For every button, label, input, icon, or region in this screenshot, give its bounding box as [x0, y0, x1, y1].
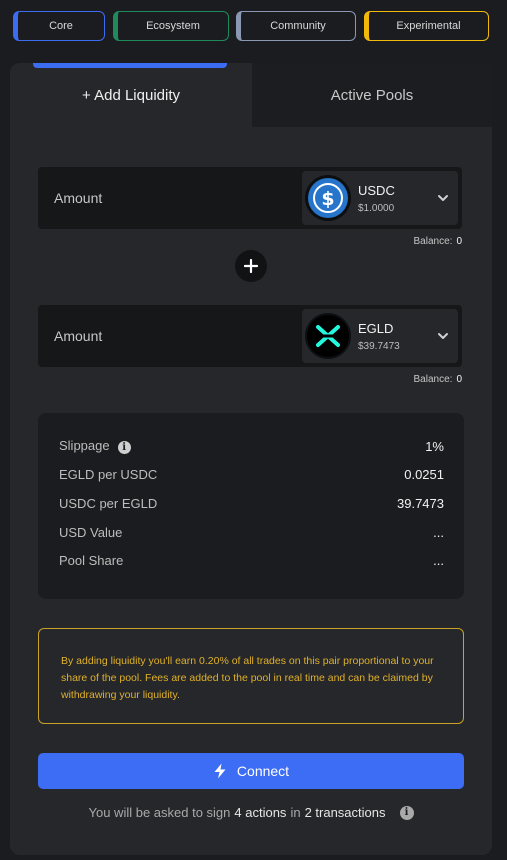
lightning-icon — [214, 763, 226, 779]
info-icon[interactable]: i — [117, 441, 131, 454]
connect-button[interactable]: Connect — [38, 753, 464, 789]
note-actions: 4 actions — [234, 805, 287, 820]
pool-share-label: Pool Share — [59, 552, 124, 568]
usdc-balance: Balance: 0 — [414, 236, 462, 247]
usdc-per-egld-row: USDC per EGLD 39.7473 — [59, 493, 444, 513]
chevron-down-icon — [438, 195, 448, 201]
usdc-per-egld-label: USDC per EGLD — [59, 495, 158, 511]
usdc-balance-label: Balance: — [413, 236, 453, 247]
egld-token-symbol: EGLD — [358, 321, 394, 336]
usdc-amount-input[interactable]: Amount — [54, 167, 102, 229]
usd-value-label: USD Value — [59, 524, 123, 540]
tab-add-liquidity-label: + Add Liquidity — [82, 86, 180, 104]
note-transactions: 2 transactions — [304, 805, 386, 820]
egld-balance: Balance: 0 — [414, 374, 462, 385]
notice-line-1: By adding liquidity you'll earn 0.20% of… — [61, 655, 434, 667]
category-community-button[interactable]: Community — [236, 11, 356, 41]
egld-amount-input[interactable]: Amount — [54, 305, 102, 367]
tab-add-liquidity[interactable]: + Add Liquidity — [10, 63, 252, 127]
usd-value-value: ... — [433, 524, 444, 540]
category-experimental-button[interactable]: Experimental — [364, 11, 489, 41]
slippage-row: Slippage i 1% — [59, 436, 444, 456]
category-core-button[interactable]: Core — [13, 11, 105, 41]
tab-active-pools[interactable]: Active Pools — [252, 63, 492, 127]
signature-note: You will be asked to sign 4 actions in 2… — [10, 805, 492, 820]
liquidity-notice: By adding liquidity you'll earn 0.20% of… — [38, 628, 464, 724]
egld-token-selector[interactable]: EGLD $39.7473 — [302, 309, 458, 363]
pool-share-value: ... — [433, 552, 444, 568]
egld-amount-field[interactable]: Amount EGLD $39.7473 — [38, 305, 462, 367]
liquidity-card: + Add Liquidity Active Pools Amount $ US… — [10, 63, 492, 855]
usdc-token-price: $1.0000 — [358, 203, 395, 214]
active-tab-indicator — [33, 63, 227, 68]
pool-share-row: Pool Share ... — [59, 550, 444, 570]
note-prefix: You will be asked to sign — [88, 805, 231, 820]
plus-icon — [235, 250, 267, 282]
notice-line-2: share of the pool. Fees are added to the… — [61, 672, 433, 684]
egld-per-usdc-row: EGLD per USDC 0.0251 — [59, 464, 444, 484]
notice-line-3: withdrawing your liquidity. — [61, 689, 180, 701]
usdc-amount-field[interactable]: Amount $ USDC $1.0000 — [38, 167, 462, 229]
egld-balance-label: Balance: — [413, 374, 453, 385]
chevron-down-icon — [438, 333, 448, 339]
egld-token-price: $39.7473 — [358, 341, 400, 352]
category-filter-bar: Core Ecosystem Community Experimental — [13, 10, 489, 42]
egld-balance-value: 0 — [456, 374, 462, 385]
usdc-per-egld-value: 39.7473 — [397, 495, 444, 511]
egld-per-usdc-label: EGLD per USDC — [59, 466, 158, 482]
connect-button-label: Connect — [236, 763, 290, 779]
category-ecosystem-button[interactable]: Ecosystem — [113, 11, 229, 41]
svg-text:$: $ — [321, 188, 334, 210]
note-middle: in — [290, 805, 301, 820]
egld-icon — [305, 313, 351, 359]
usdc-icon: $ — [305, 175, 351, 221]
pool-info-panel: Slippage i 1% EGLD per USDC 0.0251 USDC p… — [38, 413, 464, 599]
info-icon[interactable]: i — [399, 805, 414, 820]
slippage-label: Slippage — [59, 438, 110, 453]
usdc-token-selector[interactable]: $ USDC $1.0000 — [302, 171, 458, 225]
usdc-balance-value: 0 — [456, 236, 462, 247]
usdc-token-symbol: USDC — [358, 183, 395, 198]
usd-value-row: USD Value ... — [59, 522, 444, 542]
slippage-value: 1% — [425, 438, 444, 454]
egld-per-usdc-value: 0.0251 — [404, 466, 444, 482]
tab-active-pools-label: Active Pools — [330, 86, 414, 104]
